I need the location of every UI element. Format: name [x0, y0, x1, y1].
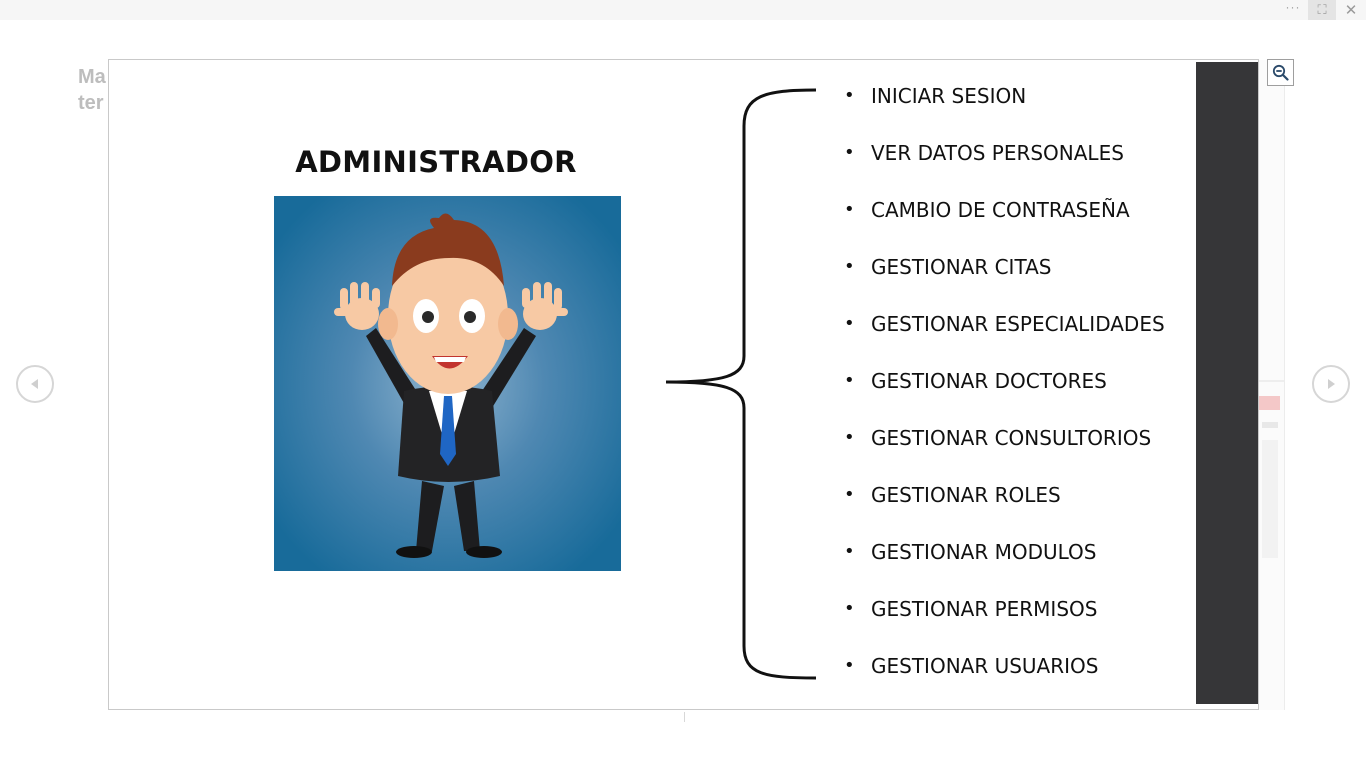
- list-item: • GESTIONAR ESPECIALIDADES: [844, 312, 1165, 336]
- list-item: • INICIAR SESION: [844, 84, 1027, 108]
- chevron-right-icon: [1328, 379, 1335, 389]
- fit-screen-button[interactable]: ⛶: [1308, 0, 1336, 20]
- list-item: • GESTIONAR MODULOS: [844, 540, 1097, 564]
- zoom-out-icon: [1272, 64, 1289, 81]
- curly-brace: [665, 88, 817, 680]
- window-toolbar: ··· ⛶ ✕: [0, 0, 1366, 20]
- permission-list: • INICIAR SESION • VER DATOS PERSONALES • C…: [836, 82, 1165, 709]
- background-text-line: [1262, 422, 1278, 428]
- list-item: • GESTIONAR ROLES: [844, 483, 1061, 507]
- zoom-out-button[interactable]: [1267, 59, 1294, 86]
- list-item: • VER DATOS PERSONALES: [844, 141, 1124, 165]
- list-item: • GESTIONAR CONSULTORIOS: [844, 426, 1152, 450]
- list-item: • GESTIONAR DOCTORES: [844, 369, 1107, 393]
- list-item: • GESTIONAR USUARIOS: [844, 654, 1099, 678]
- slide-image: ADMINISTRADOR • INICIAR SESION • VER DAT…: [108, 59, 1259, 710]
- list-item: • GESTIONAR PERMISOS: [844, 597, 1098, 621]
- background-divider: [1256, 380, 1284, 382]
- background-panel: [1262, 440, 1278, 558]
- chevron-left-icon: [31, 379, 38, 389]
- background-badge: [1258, 396, 1280, 410]
- background-divider: [684, 712, 685, 722]
- slide-dark-strip: [1196, 62, 1258, 704]
- more-options-button[interactable]: ···: [1280, 0, 1306, 17]
- role-title: ADMINISTRADOR: [295, 145, 577, 179]
- close-button[interactable]: ✕: [1338, 0, 1364, 20]
- list-item: • GESTIONAR CITAS: [844, 255, 1052, 279]
- previous-slide-button[interactable]: [16, 365, 54, 403]
- next-slide-button[interactable]: [1312, 365, 1350, 403]
- administrator-avatar: [274, 196, 621, 571]
- background-page-edge: [1258, 60, 1285, 710]
- list-item: • CAMBIO DE CONTRASEÑA: [844, 198, 1130, 222]
